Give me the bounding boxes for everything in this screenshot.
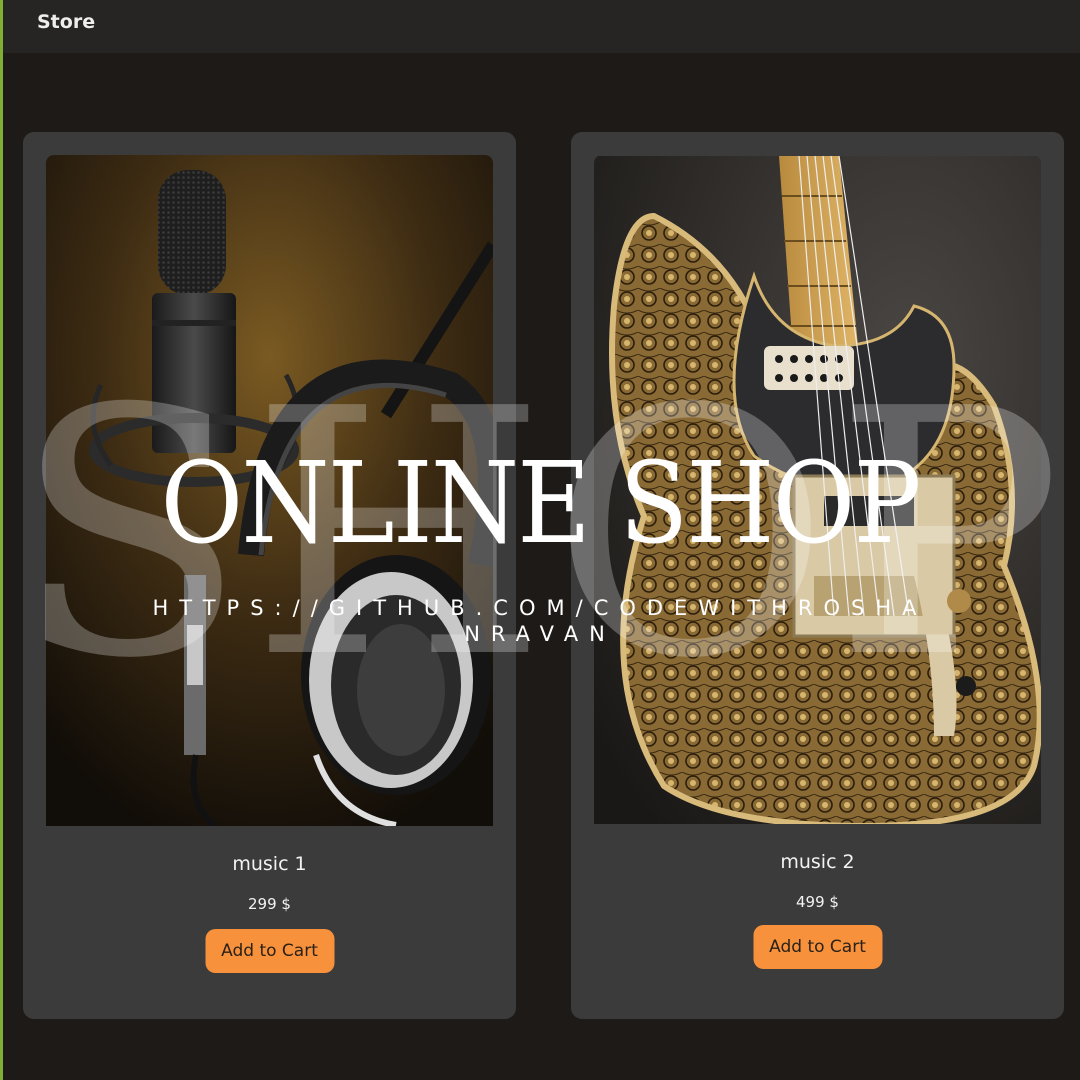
product-price: 299 $ xyxy=(248,895,291,913)
product-title: music 1 xyxy=(232,853,307,875)
brand-logo-text[interactable]: Store xyxy=(37,11,95,33)
store-page: Store music 1 299 $ Add to Cart music 2 … xyxy=(0,0,1080,1080)
product-image-guitar[interactable] xyxy=(594,155,1041,824)
window-accent-edge xyxy=(0,0,3,1080)
microphone-headphones-photo xyxy=(46,155,493,826)
product-price: 499 $ xyxy=(796,893,839,911)
product-image-microphone[interactable] xyxy=(46,155,493,826)
paisley-guitar-photo xyxy=(594,155,1041,824)
add-to-cart-button[interactable]: Add to Cart xyxy=(205,929,334,973)
product-card-music-2: music 2 499 $ Add to Cart xyxy=(571,132,1064,1019)
top-navbar: Store xyxy=(3,0,1080,53)
add-to-cart-button[interactable]: Add to Cart xyxy=(753,925,882,969)
product-title: music 2 xyxy=(780,851,855,873)
product-card-music-1: music 1 299 $ Add to Cart xyxy=(23,132,516,1019)
